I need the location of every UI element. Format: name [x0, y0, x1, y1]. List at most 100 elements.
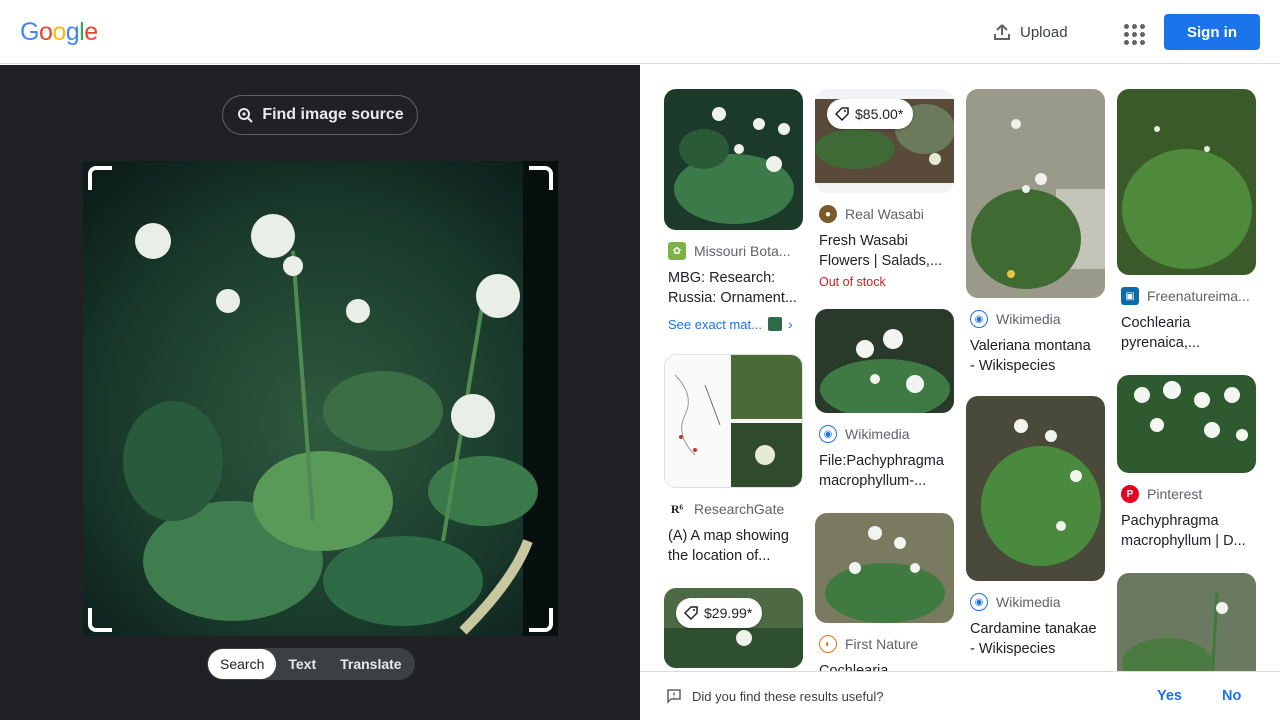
freenature-logo-icon: ▣: [1121, 287, 1139, 305]
result-card[interactable]: P Pinterest Pachyphragma macrophyllum | …: [1117, 375, 1256, 551]
result-thumbnail[interactable]: [1117, 89, 1256, 275]
result-card[interactable]: ◉ Wikimedia File:Pachyphragma macrophyll…: [815, 309, 954, 491]
result-card[interactable]: ◉ Wikimedia Valeriana montana - Wikispec…: [966, 89, 1105, 376]
price-value: $85.00*: [855, 106, 904, 122]
results-column: ▣ Freenatureima... Cochlearia pyrenaica,…: [1117, 89, 1256, 671]
plant-logo-icon: ✿: [668, 242, 686, 260]
result-thumbnail[interactable]: [664, 354, 803, 488]
price-value: $29.99*: [704, 605, 753, 621]
result-source: ◐ First Nature: [815, 635, 954, 653]
firstnature-logo-icon: ◐: [819, 635, 837, 653]
price-tag-icon: [684, 606, 698, 620]
result-title[interactable]: Pachyphragma macrophyllum | D...: [1117, 511, 1256, 551]
result-source: ✿ Missouri Bota...: [664, 242, 803, 260]
result-card[interactable]: ✿ Missouri Bota... MBG: Research: Russia…: [664, 89, 803, 332]
crop-handle-bottom-left[interactable]: [88, 608, 112, 632]
results-column: ✿ Missouri Bota... MBG: Research: Russia…: [664, 89, 803, 668]
result-title[interactable]: (A) A map showing the location of...: [664, 526, 803, 566]
result-thumbnail[interactable]: $85.00*: [815, 89, 954, 193]
tab-text[interactable]: Text: [276, 649, 328, 679]
feedback-question: Did you find these results useful?: [692, 688, 884, 704]
result-source: P Pinterest: [1117, 485, 1256, 503]
logo-letter: o: [52, 18, 66, 46]
result-thumbnail[interactable]: [815, 513, 954, 623]
result-thumbnail[interactable]: [1117, 375, 1256, 473]
source-name: Pinterest: [1147, 486, 1203, 502]
result-thumbnail[interactable]: [966, 89, 1105, 298]
results-column: $85.00* ● Real Wasabi Fresh Wasabi Flowe…: [815, 89, 954, 671]
apps-grid-icon[interactable]: [1118, 18, 1146, 46]
results-column: ◉ Wikimedia Valeriana montana - Wikispec…: [966, 89, 1105, 659]
source-name: First Nature: [845, 636, 919, 652]
result-title[interactable]: MBG: Research: Russia: Ornament...: [664, 268, 803, 308]
source-name: Wikimedia: [996, 311, 1061, 327]
result-card[interactable]: [1117, 573, 1256, 671]
chevron-right-icon: ›: [787, 316, 793, 332]
logo-letter: e: [84, 18, 98, 46]
crop-handle-top-left[interactable]: [88, 166, 112, 190]
sign-in-button[interactable]: Sign in: [1164, 14, 1260, 50]
feedback-yes-button[interactable]: Yes: [1157, 688, 1182, 704]
result-thumbnail[interactable]: [815, 309, 954, 413]
wikimedia-logo-icon: ◉: [970, 593, 988, 611]
source-name: Wikimedia: [996, 594, 1061, 610]
wasabi-logo-icon: ●: [819, 205, 837, 223]
crop-handle-top-right[interactable]: [529, 166, 553, 190]
result-thumbnail[interactable]: $29.99*: [664, 588, 803, 668]
price-tag-icon: [835, 107, 849, 121]
result-thumbnail[interactable]: [664, 89, 803, 230]
logo-letter: g: [65, 18, 80, 46]
tab-translate[interactable]: Translate: [328, 649, 413, 679]
upload-label: Upload: [1020, 23, 1068, 41]
result-source: ◉ Wikimedia: [815, 425, 954, 443]
result-card[interactable]: ◉ Wikimedia Cardamine tanakae - Wikispec…: [966, 396, 1105, 659]
result-source: R⁶ ResearchGate: [664, 500, 803, 518]
result-title[interactable]: Cardamine tanakae - Wikispecies: [966, 619, 1105, 659]
find-image-source-label: Find image source: [262, 106, 404, 123]
result-card[interactable]: ▣ Freenatureima... Cochlearia pyrenaica,…: [1117, 89, 1256, 353]
result-title[interactable]: Fresh Wasabi Flowers | Salads,...: [815, 231, 954, 271]
source-name: Real Wasabi: [845, 206, 924, 222]
query-image[interactable]: [83, 161, 558, 636]
result-card[interactable]: R⁶ ResearchGate (A) A map showing the lo…: [664, 354, 803, 566]
result-title[interactable]: Cochlearia pyrenaica,...: [1117, 313, 1256, 353]
result-source: ◉ Wikimedia: [966, 593, 1105, 611]
result-thumbnail[interactable]: [966, 396, 1105, 581]
visual-matches-panel: ✿ Missouri Bota... MBG: Research: Russia…: [640, 65, 1280, 671]
crop-handle-bottom-right[interactable]: [529, 608, 553, 632]
result-title[interactable]: Cochlearia: [815, 661, 954, 671]
result-card[interactable]: ◐ First Nature Cochlearia: [815, 513, 954, 671]
exact-match-thumb-icon: [767, 317, 782, 331]
top-bar: Google Upload Sign in: [0, 0, 1280, 64]
feedback-bar: Did you find these results useful? Yes N…: [640, 671, 1280, 720]
result-title[interactable]: Valeriana montana - Wikispecies: [966, 336, 1105, 376]
source-name: Freenatureima...: [1147, 288, 1250, 304]
result-card[interactable]: $85.00* ● Real Wasabi Fresh Wasabi Flowe…: [815, 89, 954, 289]
result-thumbnail[interactable]: [1117, 573, 1256, 671]
find-image-source-button[interactable]: Find image source: [222, 95, 418, 135]
result-title[interactable]: File:Pachyphragma macrophyllum-...: [815, 451, 954, 491]
result-source: ◉ Wikimedia: [966, 310, 1105, 328]
result-source: ▣ Freenatureima...: [1117, 287, 1256, 305]
lens-mode-tabs: Search Text Translate: [207, 648, 415, 680]
logo-letter: o: [38, 18, 53, 46]
tab-search[interactable]: Search: [208, 649, 277, 679]
pinterest-logo-icon: P: [1121, 485, 1139, 503]
lens-image-pane: Find image source Search Text Translate: [0, 65, 640, 720]
price-tag: $29.99*: [676, 598, 763, 628]
upload-icon: [994, 24, 1010, 40]
google-logo[interactable]: Google: [20, 18, 98, 47]
researchgate-logo-icon: R⁶: [670, 501, 684, 516]
feedback-no-button[interactable]: No: [1222, 688, 1241, 704]
see-exact-matches-link[interactable]: See exact mat... ›: [664, 316, 803, 332]
logo-letter: G: [20, 18, 39, 46]
lens-search-icon: [238, 108, 254, 123]
result-card[interactable]: $29.99*: [664, 588, 803, 668]
result-source: ● Real Wasabi: [815, 205, 954, 223]
upload-button[interactable]: Upload: [992, 18, 1068, 46]
source-name: Wikimedia: [845, 426, 910, 442]
source-name: ResearchGate: [694, 501, 785, 517]
see-exact-matches-label: See exact mat...: [668, 316, 762, 332]
wikimedia-logo-icon: ◉: [819, 425, 837, 443]
feedback-icon: [667, 689, 681, 704]
